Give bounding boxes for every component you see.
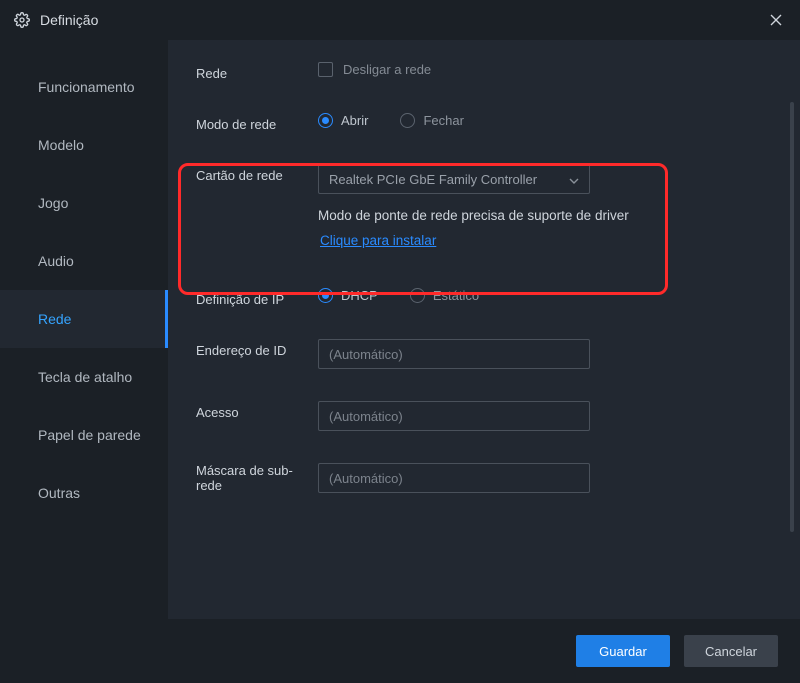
sidebar-item-modelo[interactable]: Modelo	[0, 116, 168, 174]
row-definicao-de-ip: Definição de IP DHCP Estático	[196, 288, 772, 307]
sidebar-item-label: Outras	[38, 485, 80, 501]
label-definicao-de-ip: Definição de IP	[196, 288, 318, 307]
sidebar-item-label: Tecla de atalho	[38, 369, 132, 385]
sidebar: Funcionamento Modelo Jogo Audio Rede Tec…	[0, 40, 168, 619]
row-endereco-de-id: Endereço de ID	[196, 339, 772, 369]
sidebar-item-tecla-de-atalho[interactable]: Tecla de atalho	[0, 348, 168, 406]
checkbox-desligar-rede[interactable]: Desligar a rede	[318, 62, 431, 77]
field-mascara-de-sub-rede	[318, 463, 772, 493]
select-network-card[interactable]: Realtek PCIe GbE Family Controller	[318, 164, 590, 194]
install-driver-link[interactable]: Clique para instalar	[318, 233, 772, 248]
sidebar-item-rede[interactable]: Rede	[0, 290, 168, 348]
label-rede: Rede	[196, 62, 318, 81]
field-definicao-de-ip: DHCP Estático	[318, 288, 772, 303]
sidebar-item-jogo[interactable]: Jogo	[0, 174, 168, 232]
sidebar-item-label: Jogo	[38, 195, 68, 211]
checkbox-label: Desligar a rede	[343, 62, 431, 77]
save-button[interactable]: Guardar	[576, 635, 670, 667]
label-mascara-de-sub-rede: Máscara de sub-rede	[196, 463, 318, 493]
radio-label: Abrir	[341, 113, 368, 128]
window-title: Definição	[40, 12, 766, 28]
radio-fechar[interactable]: Fechar	[400, 113, 463, 128]
input-endereco-de-id[interactable]	[318, 339, 590, 369]
titlebar: Definição	[0, 0, 800, 40]
gear-icon	[14, 12, 30, 28]
radio-abrir[interactable]: Abrir	[318, 113, 368, 128]
cancel-button[interactable]: Cancelar	[684, 635, 778, 667]
content-wrap: Rede Desligar a rede Modo de rede	[168, 40, 800, 619]
checkbox-box-icon	[318, 62, 333, 77]
label-cartao-de-rede: Cartão de rede	[196, 164, 318, 183]
field-modo-de-rede: Abrir Fechar	[318, 113, 772, 128]
bridge-mode-hint: Modo de ponte de rede precisa de suporte…	[318, 208, 772, 223]
row-cartao-de-rede: Cartão de rede Realtek PCIe GbE Family C…	[196, 164, 772, 248]
sidebar-item-label: Rede	[38, 311, 71, 327]
label-endereco-de-id: Endereço de ID	[196, 339, 318, 358]
footer: Guardar Cancelar	[0, 619, 800, 683]
sidebar-item-funcionamento[interactable]: Funcionamento	[0, 58, 168, 116]
input-mascara-de-sub-rede[interactable]	[318, 463, 590, 493]
field-endereco-de-id	[318, 339, 772, 369]
row-mascara-de-sub-rede: Máscara de sub-rede	[196, 463, 772, 493]
sidebar-item-label: Modelo	[38, 137, 84, 153]
scrollbar[interactable]	[790, 102, 794, 599]
sidebar-item-outras[interactable]: Outras	[0, 464, 168, 522]
field-acesso	[318, 401, 772, 431]
sidebar-item-label: Audio	[38, 253, 74, 269]
radio-icon	[318, 288, 333, 303]
settings-window: Definição Funcionamento Modelo Jogo Audi…	[0, 0, 800, 683]
label-modo-de-rede: Modo de rede	[196, 113, 318, 132]
radio-dhcp[interactable]: DHCP	[318, 288, 378, 303]
radio-icon	[318, 113, 333, 128]
field-cartao-de-rede: Realtek PCIe GbE Family Controller Modo …	[318, 164, 772, 248]
sidebar-item-papel-de-parede[interactable]: Papel de parede	[0, 406, 168, 464]
body: Funcionamento Modelo Jogo Audio Rede Tec…	[0, 40, 800, 619]
chevron-down-icon	[569, 172, 579, 187]
radio-icon	[410, 288, 425, 303]
radio-label: Estático	[433, 288, 479, 303]
row-modo-de-rede: Modo de rede Abrir Fechar	[196, 113, 772, 132]
radio-label: Fechar	[423, 113, 463, 128]
field-rede: Desligar a rede	[318, 62, 772, 77]
select-value: Realtek PCIe GbE Family Controller	[329, 172, 537, 187]
scrollbar-thumb[interactable]	[790, 102, 794, 532]
row-rede: Rede Desligar a rede	[196, 62, 772, 81]
radio-icon	[400, 113, 415, 128]
sidebar-item-label: Funcionamento	[38, 79, 135, 95]
input-acesso[interactable]	[318, 401, 590, 431]
radio-estatico[interactable]: Estático	[410, 288, 479, 303]
close-button[interactable]	[766, 10, 786, 30]
close-icon	[770, 14, 782, 26]
sidebar-item-audio[interactable]: Audio	[0, 232, 168, 290]
content-panel: Rede Desligar a rede Modo de rede	[168, 40, 800, 619]
sidebar-item-label: Papel de parede	[38, 427, 141, 443]
row-acesso: Acesso	[196, 401, 772, 431]
radio-label: DHCP	[341, 288, 378, 303]
label-acesso: Acesso	[196, 401, 318, 420]
